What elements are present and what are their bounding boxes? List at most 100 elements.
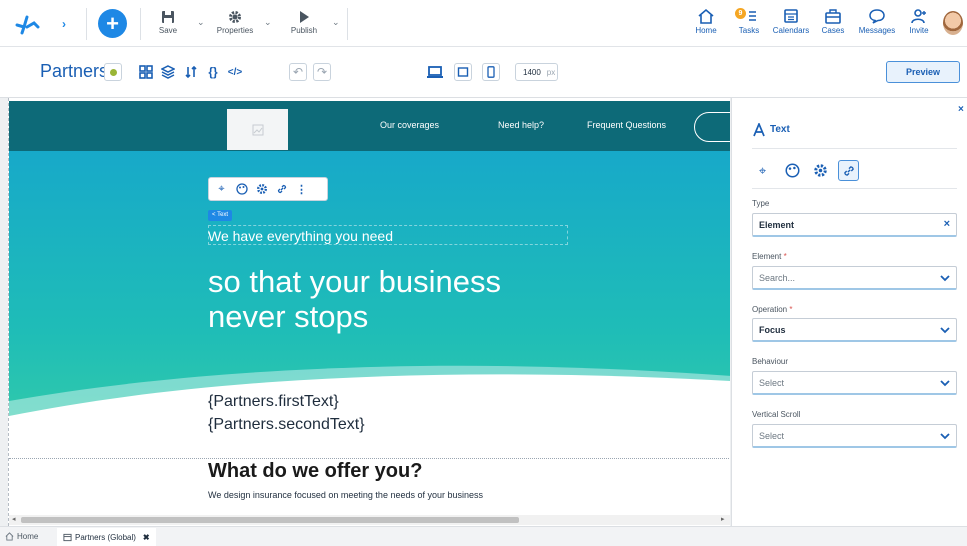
operation-value: Focus xyxy=(759,324,786,335)
preview-label: Preview xyxy=(905,67,941,77)
vertical-scroll-select[interactable]: Select xyxy=(752,424,957,448)
panel-tab-link[interactable] xyxy=(838,160,859,181)
type-label: Type xyxy=(752,199,770,208)
element-search-placeholder: Search... xyxy=(759,272,796,283)
add-button[interactable]: + xyxy=(98,9,127,38)
type-field[interactable]: Element × xyxy=(752,213,957,237)
components-button[interactable] xyxy=(137,63,155,81)
status-indicator[interactable] xyxy=(104,63,122,81)
canvas-width-input[interactable]: 1400 px xyxy=(515,63,558,81)
save-button[interactable]: Save xyxy=(154,10,182,35)
hero-subtitle[interactable]: We have everything you need xyxy=(208,228,393,244)
second-text-expression[interactable]: {Partners.secondText} xyxy=(208,416,365,434)
invite-icon xyxy=(911,9,926,24)
more-button[interactable]: ⋮ xyxy=(293,180,310,198)
tab-partners[interactable]: Partners (Global) ✖ xyxy=(57,528,156,546)
site-nav-outline-button[interactable] xyxy=(694,112,730,142)
nav-invite[interactable]: Invite xyxy=(900,8,938,35)
crosshair-icon: ⌖ xyxy=(218,182,225,195)
scroll-left-icon[interactable]: ◂ xyxy=(12,515,16,523)
canvas-width-value: 1400 xyxy=(523,67,541,77)
desktop-view-button[interactable] xyxy=(426,63,444,81)
tab-home[interactable]: Home xyxy=(5,532,38,541)
nav-invite-label: Invite xyxy=(909,26,929,35)
redo-button[interactable]: ↷ xyxy=(313,63,331,81)
close-panel-icon[interactable]: × xyxy=(958,104,964,115)
settings-button[interactable] xyxy=(253,180,270,198)
tablet-icon xyxy=(457,67,469,77)
scroll-right-icon[interactable]: ▸ xyxy=(721,515,725,523)
link-button[interactable] xyxy=(273,180,290,198)
offer-subtitle[interactable]: We design insurance focused on meeting t… xyxy=(208,490,483,500)
avatar[interactable] xyxy=(943,11,963,35)
chevron-down-icon[interactable]: ⌄ xyxy=(264,17,272,28)
publish-button[interactable]: Publish xyxy=(287,10,321,35)
site-nav-link[interactable]: Need help? xyxy=(498,120,544,130)
chevron-down-icon[interactable]: ⌄ xyxy=(332,17,340,28)
element-label: Element * xyxy=(752,252,787,261)
site-nav-link[interactable]: Our coverages xyxy=(380,120,439,130)
layers-button[interactable] xyxy=(159,63,177,81)
nav-home[interactable]: Home xyxy=(687,8,725,35)
html-code-button[interactable]: </> xyxy=(226,63,244,81)
code-blocks-button[interactable]: {} xyxy=(204,63,222,81)
gear-icon xyxy=(256,184,267,194)
calendar-icon xyxy=(784,9,798,23)
form-title: Partners xyxy=(40,61,109,81)
code-icon: </> xyxy=(227,66,243,78)
nav-messages[interactable]: Messages xyxy=(858,8,896,35)
hero-section: ⌖ ⋮ < Text We have everything you need s… xyxy=(9,151,730,481)
behaviour-label: Behaviour xyxy=(752,357,789,366)
data-button[interactable] xyxy=(182,63,200,81)
app-logo-icon[interactable] xyxy=(14,13,40,40)
operation-label: Operation * xyxy=(752,305,793,314)
gear-icon xyxy=(814,164,827,177)
panel-tab-position[interactable]: ⌖ xyxy=(752,160,773,181)
briefcase-icon xyxy=(825,9,841,24)
vertical-scroll-value: Select xyxy=(759,430,785,441)
preview-button[interactable]: Preview xyxy=(886,61,960,83)
horizontal-scrollbar[interactable]: ◂ ▸ xyxy=(9,515,730,525)
operation-select[interactable]: Focus xyxy=(752,318,957,342)
mobile-view-button[interactable] xyxy=(482,63,500,81)
chevron-right-icon[interactable]: › xyxy=(62,17,66,31)
behaviour-select[interactable]: Select xyxy=(752,371,957,395)
design-canvas[interactable]: Our coverages Need help? Frequent Questi… xyxy=(8,98,730,526)
panel-tab-style[interactable] xyxy=(782,160,803,181)
move-button[interactable]: ⌖ xyxy=(213,180,230,198)
selected-element-tag[interactable]: < Text xyxy=(208,210,233,221)
properties-button[interactable]: Properties xyxy=(213,10,257,35)
crosshair-icon: ⌖ xyxy=(758,162,767,178)
top-bar: › + Save ⌄ Properties ⌄ Publish ⌄ Home 9… xyxy=(0,0,967,47)
style-button[interactable] xyxy=(233,180,250,198)
palette-icon xyxy=(785,163,800,178)
layers-icon xyxy=(161,65,175,79)
site-nav-link[interactable]: Frequent Questions xyxy=(587,120,666,130)
hero-title-line1[interactable]: so that your business xyxy=(208,264,501,300)
bottom-tabs-bar: Home Partners (Global) ✖ xyxy=(0,526,967,546)
panel-title: Text xyxy=(770,124,790,135)
offer-title[interactable]: What do we offer you? xyxy=(208,460,422,483)
properties-label: Properties xyxy=(216,26,254,35)
tablet-view-button[interactable] xyxy=(454,63,472,81)
close-tab-icon[interactable]: ✖ xyxy=(143,533,150,542)
chevron-down-icon xyxy=(940,275,950,282)
undo-button[interactable]: ↶ xyxy=(289,63,307,81)
vertical-scroll-label: Vertical Scroll xyxy=(752,410,801,419)
nav-calendars[interactable]: Calendars xyxy=(772,8,810,35)
hero-title-line2[interactable]: never stops xyxy=(208,299,368,335)
nav-cases[interactable]: Cases xyxy=(814,8,852,35)
scrollbar-thumb[interactable] xyxy=(21,517,519,523)
properties-panel: × Text ⌖ Type Element × Element * Search… xyxy=(731,98,967,526)
element-select[interactable]: Search... xyxy=(752,266,957,290)
first-text-expression[interactable]: {Partners.firstText} xyxy=(208,393,339,411)
laptop-icon xyxy=(427,66,443,78)
element-toolbar: ⌖ ⋮ xyxy=(208,177,328,201)
site-logo-placeholder[interactable] xyxy=(227,109,288,150)
clear-type-icon[interactable]: × xyxy=(944,218,950,230)
chevron-down-icon[interactable]: ⌄ xyxy=(197,17,205,28)
panel-tab-settings[interactable] xyxy=(810,160,831,181)
home-icon xyxy=(5,532,14,541)
nav-tasks[interactable]: 9 Tasks xyxy=(730,8,768,35)
sort-icon xyxy=(185,65,197,79)
